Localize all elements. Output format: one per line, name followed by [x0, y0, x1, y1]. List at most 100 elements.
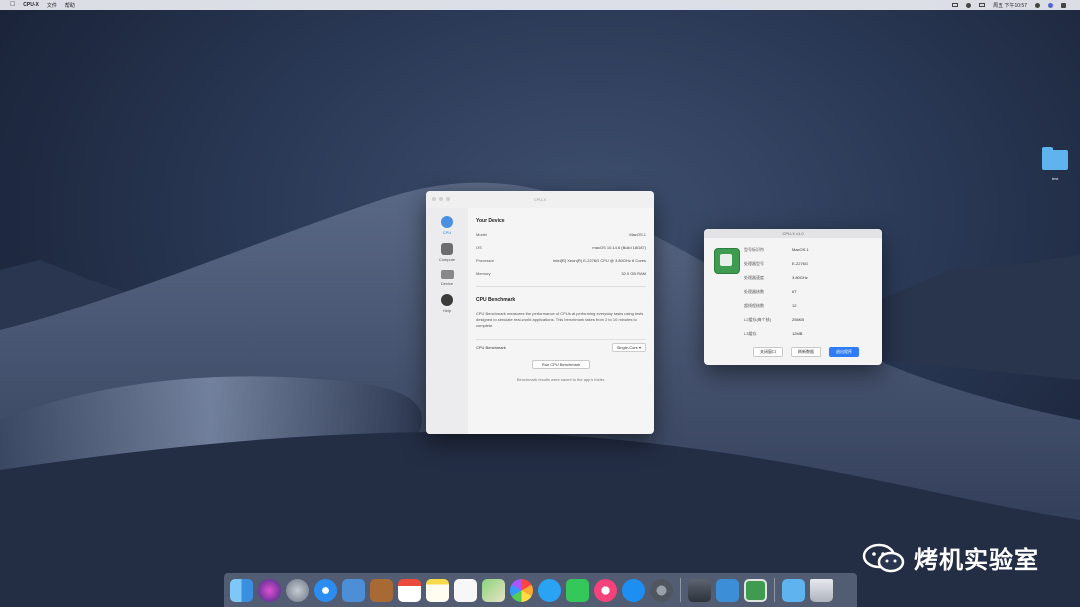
zoom-window-icon[interactable] [446, 197, 450, 201]
info-row: L2缓存(每个核) 256KB [744, 317, 809, 323]
device-row-value: Intel(R) Xeon(R) E-2276G CPU @ 3.80GHz 6… [553, 258, 646, 263]
bench-footnote: Benchmark results were saved to the app'… [516, 377, 606, 382]
dock-separator [774, 578, 775, 602]
sidebar-item-label: Help [442, 308, 452, 313]
maps-icon[interactable] [482, 578, 505, 602]
device-row-key: OS [476, 245, 482, 250]
finder-icon[interactable] [230, 578, 253, 602]
appstore-icon[interactable] [622, 578, 645, 602]
window-title: CPU-X [533, 197, 547, 202]
bench-mode-value: Single-Core [616, 345, 638, 350]
info-row-key: L2缓存(每个核) [744, 317, 772, 322]
settings-icon[interactable] [650, 578, 673, 602]
info-row: 型号标识符 MacOS.1 [744, 247, 809, 253]
sidebar-item-compute[interactable]: Compute [426, 243, 468, 262]
device-row: OS macOS 10.14.6 (Build 18G87) [476, 245, 646, 250]
sidebar-item-label: Compute [438, 257, 456, 262]
device-row: Processor Intel(R) Xeon(R) E-2276G CPU @… [476, 258, 646, 263]
info-row-value: MacOS.1 [792, 247, 809, 252]
app-logo-icon [714, 248, 740, 274]
airplay-icon[interactable] [952, 3, 959, 7]
window-titlebar[interactable]: CPU-X [426, 191, 654, 208]
device-section-title: Your Device [476, 218, 505, 224]
music-icon[interactable] [594, 578, 617, 602]
siri-icon[interactable] [258, 578, 281, 602]
facetime-icon[interactable] [566, 578, 589, 602]
cpu-x-icon[interactable] [744, 578, 767, 602]
sidebar-item-device[interactable]: Device [426, 270, 468, 286]
utility-icon[interactable] [688, 578, 711, 602]
calendar-icon[interactable] [398, 578, 421, 602]
refresh-data-button[interactable]: 刷新数据 [791, 347, 821, 357]
section-divider [476, 286, 646, 287]
sidebar-item-cpu[interactable]: CPU [426, 216, 468, 235]
info-row-key: 超线程核数 [744, 303, 764, 308]
main-content: Your Device Model MacOS.1 OS macOS 10.14… [476, 208, 646, 434]
sidebar: CPU Compute Device Help [426, 208, 468, 434]
device-row-key: Model [476, 232, 487, 237]
help-icon [441, 294, 453, 306]
quit-app-button[interactable]: 退出程序 [829, 347, 859, 357]
mail-icon[interactable] [342, 578, 365, 602]
notification-center-icon[interactable] [1061, 2, 1066, 8]
photos-icon[interactable] [510, 578, 533, 602]
safari-icon[interactable] [314, 578, 337, 602]
dock-separator [680, 578, 681, 602]
info-row-key: 处理器核数 [744, 289, 764, 294]
info-row: 处理器型号 E-2276G [744, 261, 809, 267]
bench-section-title: CPU Benchmark [476, 297, 516, 303]
cpu-x-info-window: CPU-X v1.0 型号标识符 MacOS.1 处理器型号 E-2276G 处… [704, 229, 882, 365]
info-row-value: 12MB [792, 331, 803, 336]
menu-bar:  CPU-X 文件 帮助 周五 下午10:57 [0, 0, 1080, 10]
info-row-value: 3.80GHz [792, 275, 808, 280]
apple-menu-icon[interactable]:  [10, 0, 15, 10]
wifi-icon[interactable] [966, 2, 972, 8]
bench-row: CPU Benchmark Single-Core ▾ [476, 339, 646, 352]
device-row-key: Memory [476, 271, 491, 276]
run-benchmark-button[interactable]: Run CPU Benchmark [532, 360, 590, 369]
device-icon [440, 270, 454, 279]
device-row: Memory 32.0 GB RAM [476, 271, 646, 276]
reminders-icon[interactable] [454, 578, 477, 602]
wechat-icon [862, 543, 905, 572]
info-row: 处理器核数 6T [744, 289, 809, 295]
info-row-value: 12 [792, 303, 797, 308]
search-icon[interactable] [1035, 2, 1040, 8]
device-row-value: MacOS.1 [629, 232, 646, 237]
desktop-folder-label: test [1051, 176, 1059, 181]
downloads-folder-icon[interactable] [782, 578, 805, 602]
menu-clock[interactable]: 周五 下午10:57 [993, 2, 1027, 9]
menu-file[interactable]: 文件 [47, 2, 57, 9]
info-row-value: 6T [792, 289, 797, 294]
close-window-button[interactable]: 关闭窗口 [753, 347, 783, 357]
info-button-row: 关闭窗口 刷新数据 退出程序 [753, 347, 859, 357]
info-row-key: 处理器速度 [744, 275, 764, 280]
info-row-key: 型号标识符 [744, 247, 764, 252]
cpu-icon [441, 216, 453, 228]
desktop-folder[interactable]: test [1041, 147, 1069, 181]
chevron-down-icon: ▾ [638, 345, 641, 350]
battery-icon[interactable] [979, 3, 986, 7]
siri-icon[interactable] [1048, 2, 1053, 8]
trash-icon[interactable] [810, 578, 833, 602]
info-row-value: E-2276G [792, 261, 809, 266]
sidebar-item-help[interactable]: Help [426, 294, 468, 313]
launchpad-icon[interactable] [286, 578, 309, 602]
menu-help[interactable]: 帮助 [65, 2, 75, 9]
messages-icon[interactable] [538, 578, 561, 602]
info-window-title[interactable]: CPU-X v1.0 [704, 229, 882, 238]
info-row-key: L3缓存 [744, 331, 757, 336]
close-window-icon[interactable] [432, 197, 436, 201]
notes-book-icon[interactable] [370, 578, 393, 602]
device-row-value: 32.0 GB RAM [621, 271, 646, 276]
xcode-icon[interactable] [716, 578, 739, 602]
dock [224, 573, 857, 607]
cpu-x-main-window: CPU-X CPU Compute Device Help Your Devic… [426, 191, 654, 434]
device-row-value: macOS 10.14.6 (Build 18G87) [592, 245, 646, 250]
bench-description: CPU Benchmark measures the performance o… [476, 311, 644, 328]
minimize-window-icon[interactable] [439, 197, 443, 201]
notes-icon[interactable] [426, 578, 449, 602]
watermark-text: 烤机实验室 [914, 547, 1039, 574]
bench-mode-select[interactable]: Single-Core ▾ [611, 343, 646, 352]
menu-app-name[interactable]: CPU-X [23, 2, 39, 8]
